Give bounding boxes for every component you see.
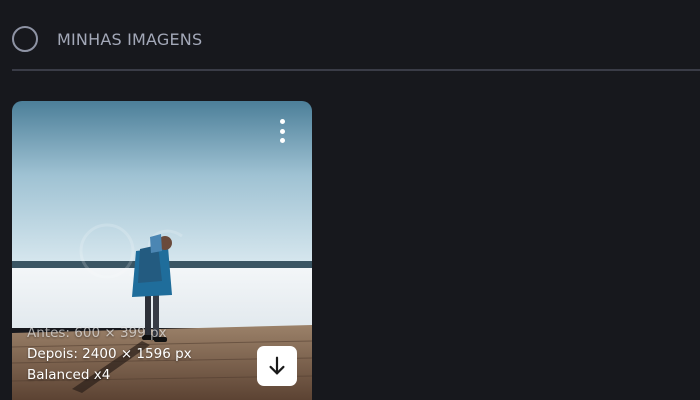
after-label: Depois: [27,346,78,362]
page-title: MINHAS IMAGENS [57,29,203,49]
after-size: 2400 × 1596 px [82,346,192,362]
upscale-mode: Balanced x4 [27,367,111,383]
image-card[interactable]: Antes: 600 × 399 px Depois: 2400 × 1596 … [12,101,312,400]
before-label: Antes: [27,325,70,341]
after-size-line: Depois: 2400 × 1596 px [27,344,192,365]
download-arrow-icon [269,356,285,375]
before-size: 600 × 399 px [74,325,167,341]
download-button[interactable] [257,346,297,386]
more-options-icon[interactable] [272,119,292,143]
select-all-circle-icon[interactable] [12,26,38,52]
header-divider [12,69,700,71]
image-info: Antes: 600 × 399 px Depois: 2400 × 1596 … [27,323,192,386]
page-header: MINHAS IMAGENS [12,24,202,54]
before-size-line: Antes: 600 × 399 px [27,323,192,344]
